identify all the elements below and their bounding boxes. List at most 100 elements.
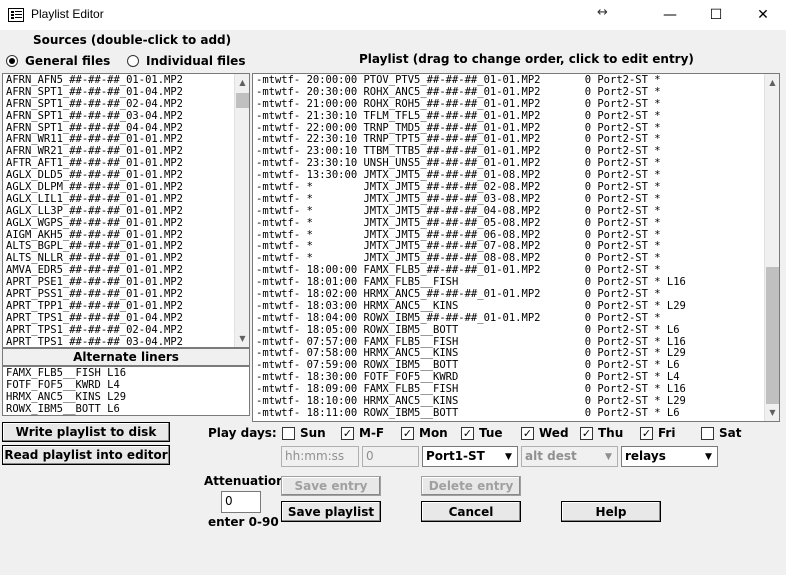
day-checkbox-sun[interactable]: [282, 427, 295, 440]
playlist-list[interactable]: -mtwtf- 20:00:00 PTOV_PTV5_##-##-##_01-0…: [252, 73, 780, 422]
source-file-item[interactable]: APRT_PSS1_##-##-##_01-01.MP2: [3, 289, 233, 301]
save-playlist-button[interactable]: Save playlist: [281, 501, 381, 522]
playlist-entry[interactable]: -mtwtf- 18:03:00 HRMX_ANC5__KINS 0 Port2…: [253, 301, 763, 313]
attenuation-entry-field[interactable]: 0: [362, 446, 419, 467]
day-label-wed[interactable]: Wed: [539, 426, 569, 440]
maximize-button[interactable]: ☐: [693, 0, 739, 30]
playlist-entry[interactable]: -mtwtf- * JMTX_JMT5_##-##-##_05-08.MP2 0…: [253, 218, 763, 230]
playlist-entry[interactable]: -mtwtf- 18:10:00 HRMX_ANC5__KINS 0 Port2…: [253, 396, 763, 408]
day-checkbox-mon[interactable]: ✓: [401, 427, 414, 440]
liners-list[interactable]: FAMX_FLB5__FISH L16 FOTF_FOF5__KWRD L4 HRM…: [2, 366, 250, 416]
playlist-entry[interactable]: -mtwtf- 07:59:00 ROWX_IBM5__BOTT 0 Port2…: [253, 360, 763, 372]
source-file-item[interactable]: AFRN_SPT1_##-##-##_03-04.MP2: [3, 111, 233, 123]
playlist-entry[interactable]: -mtwtf- 20:30:00 ROHX_ANC5_##-##-##_01-0…: [253, 87, 763, 99]
source-file-item[interactable]: AFRN_SPT1_##-##-##_01-04.MP2: [3, 87, 233, 99]
playlist-entry[interactable]: -mtwtf- 18:02:00 HRMX_ANC5_##-##-##_01-0…: [253, 289, 763, 301]
day-checkbox-m-f[interactable]: ✓: [341, 427, 354, 440]
scroll-down-icon[interactable]: ▼: [765, 404, 779, 421]
close-button[interactable]: ✕: [740, 0, 786, 30]
source-file-item[interactable]: AGLX_DLD5_##-##-##_01-01.MP2: [3, 170, 233, 182]
source-file-item[interactable]: AIGM_AKH5_##-##-##_01-01.MP2: [3, 230, 233, 242]
source-file-item[interactable]: APRT_TPS1_##-##-##_02-04.MP2: [3, 325, 233, 337]
playlist-entry[interactable]: -mtwtf- 18:05:00 ROWX_IBM5__BOTT 0 Port2…: [253, 325, 763, 337]
write-playlist-button[interactable]: Write playlist to disk: [2, 422, 170, 442]
playlist-entry[interactable]: -mtwtf- * JMTX_JMT5_##-##-##_03-08.MP2 0…: [253, 194, 763, 206]
playlist-entry[interactable]: -mtwtf- 07:57:00 FAMX_FLB5__FISH 0 Port2…: [253, 337, 763, 349]
relays-select[interactable]: relays ▼: [621, 446, 718, 467]
playlist-entry[interactable]: -mtwtf- 20:00:00 PTOV_PTV5_##-##-##_01-0…: [253, 75, 763, 87]
source-file-item[interactable]: AGLX_WGPS_##-##-##_01-01.MP2: [3, 218, 233, 230]
liner-item[interactable]: ROWX_IBM5__BOTT L6: [3, 404, 126, 415]
read-playlist-button[interactable]: Read playlist into editor: [2, 445, 170, 465]
general-files-label[interactable]: General files: [25, 54, 110, 68]
playlist-entry[interactable]: -mtwtf- * JMTX_JMT5_##-##-##_04-08.MP2 0…: [253, 206, 763, 218]
minimize-button[interactable]: —: [647, 0, 693, 30]
source-file-item[interactable]: AFRN_SPT1_##-##-##_02-04.MP2: [3, 99, 233, 111]
day-label-fri[interactable]: Fri: [658, 426, 675, 440]
playlist-entry[interactable]: -mtwtf- * JMTX_JMT5_##-##-##_06-08.MP2 0…: [253, 230, 763, 242]
liner-item[interactable]: HRMX_ANC5__KINS L29: [3, 392, 126, 404]
playlist-entry[interactable]: -mtwtf- 18:00:00 FAMX_FLB5_##-##-##_01-0…: [253, 265, 763, 277]
source-file-item[interactable]: AFTR_AFT1_##-##-##_01-01.MP2: [3, 158, 233, 170]
source-files-list[interactable]: AFRN_AFN5_##-##-##_01-01.MP2 AFRN_SPT1_##…: [2, 73, 250, 348]
liner-item[interactable]: FOTF_FOF5__KWRD L4: [3, 380, 126, 392]
playlist-entry[interactable]: -mtwtf- 21:00:00 ROHX_ROH5_##-##-##_01-0…: [253, 99, 763, 111]
individual-files-radio[interactable]: [127, 55, 139, 67]
source-file-item[interactable]: AMVA_EDR5_##-##-##_01-01.MP2: [3, 265, 233, 277]
playlist-entry[interactable]: -mtwtf- 23:30:10 UNSH_UNS5_##-##-##_01-0…: [253, 158, 763, 170]
source-file-item[interactable]: APRT_TPS1_##-##-##_03-04.MP2: [3, 337, 233, 347]
day-checkbox-sat[interactable]: [701, 427, 714, 440]
playlist-scrollbar[interactable]: ▲ ▼: [764, 74, 779, 421]
scroll-up-icon[interactable]: ▲: [235, 74, 249, 91]
playlist-entry[interactable]: -mtwtf- * JMTX_JMT5_##-##-##_07-08.MP2 0…: [253, 241, 763, 253]
source-file-item[interactable]: AFRN_SPT1_##-##-##_04-04.MP2: [3, 123, 233, 135]
source-file-item[interactable]: AGLX_LL3P_##-##-##_01-01.MP2: [3, 206, 233, 218]
scroll-thumb[interactable]: [236, 93, 249, 108]
general-files-radio[interactable]: [6, 55, 18, 67]
day-label-thu[interactable]: Thu: [598, 426, 623, 440]
day-checkbox-fri[interactable]: ✓: [640, 427, 653, 440]
playlist-entry[interactable]: -mtwtf- * JMTX_JMT5_##-##-##_08-08.MP2 0…: [253, 253, 763, 265]
playlist-entry[interactable]: -mtwtf- 22:30:10 TRNP_TPT5_##-##-##_01-0…: [253, 134, 763, 146]
playlist-entry[interactable]: -mtwtf- 07:58:00 HRMX_ANC5__KINS 0 Port2…: [253, 348, 763, 360]
alt-dest-select[interactable]: alt dest ▼: [521, 446, 618, 467]
cancel-button[interactable]: Cancel: [421, 501, 521, 522]
playlist-entry[interactable]: -mtwtf- 18:01:00 FAMX_FLB5__FISH 0 Port2…: [253, 277, 763, 289]
source-file-item[interactable]: AFRN_AFN5_##-##-##_01-01.MP2: [3, 75, 233, 87]
help-button[interactable]: Help: [561, 501, 661, 522]
scroll-down-icon[interactable]: ▼: [235, 330, 249, 347]
source-file-item[interactable]: AFRN_WR21_##-##-##_01-01.MP2: [3, 146, 233, 158]
source-file-item[interactable]: AFRN_WR11_##-##-##_01-01.MP2: [3, 134, 233, 146]
source-file-item[interactable]: APRT_TPS1_##-##-##_01-04.MP2: [3, 313, 233, 325]
day-label-m-f[interactable]: M-F: [359, 426, 384, 440]
day-label-sat[interactable]: Sat: [719, 426, 741, 440]
playlist-entry[interactable]: -mtwtf- 18:04:00 ROWX_IBM5_##-##-##_01-0…: [253, 313, 763, 325]
time-field[interactable]: hh:mm:ss: [281, 446, 359, 467]
source-file-item[interactable]: AGLX_LIL1_##-##-##_01-01.MP2: [3, 194, 233, 206]
day-checkbox-thu[interactable]: ✓: [580, 427, 593, 440]
source-file-item[interactable]: ALTS_BGPL_##-##-##_01-01.MP2: [3, 241, 233, 253]
scroll-thumb[interactable]: [766, 267, 779, 404]
individual-files-label[interactable]: Individual files: [146, 54, 245, 68]
source-file-item[interactable]: ALTS_NLLR_##-##-##_01-01.MP2: [3, 253, 233, 265]
day-label-mon[interactable]: Mon: [419, 426, 448, 440]
port-select[interactable]: Port1-ST ▼: [422, 446, 518, 467]
playlist-entry[interactable]: -mtwtf- 13:30:00 JMTX_JMT5_##-##-##_01-0…: [253, 170, 763, 182]
source-file-item[interactable]: AGLX_DLPM_##-##-##_01-01.MP2: [3, 182, 233, 194]
playlist-entry[interactable]: -mtwtf- 18:09:00 FAMX_FLB5__FISH 0 Port2…: [253, 384, 763, 396]
playlist-entry[interactable]: -mtwtf- 18:30:00 FOTF_FOF5__KWRD 0 Port2…: [253, 372, 763, 384]
playlist-entry[interactable]: -mtwtf- 22:00:00 TRNP_TMD5_##-##-##_01-0…: [253, 123, 763, 135]
playlist-entry[interactable]: -mtwtf- * JMTX_JMT5_##-##-##_02-08.MP2 0…: [253, 182, 763, 194]
day-label-sun[interactable]: Sun: [300, 426, 326, 440]
scroll-up-icon[interactable]: ▲: [765, 74, 779, 91]
playlist-entry[interactable]: -mtwtf- 18:11:00 ROWX_IBM5__BOTT 0 Port2…: [253, 408, 763, 420]
delete-entry-button[interactable]: Delete entry: [421, 476, 521, 496]
day-checkbox-tue[interactable]: ✓: [461, 427, 474, 440]
source-scrollbar[interactable]: ▲ ▼: [234, 74, 249, 347]
save-entry-button[interactable]: Save entry: [281, 476, 381, 496]
source-file-item[interactable]: APRT_TPP1_##-##-##_01-01.MP2: [3, 301, 233, 313]
playlist-entry[interactable]: -mtwtf- 23:00:10 TTBM_TTB5_##-##-##_01-0…: [253, 146, 763, 158]
source-file-item[interactable]: APRT_PSE1_##-##-##_01-01.MP2: [3, 277, 233, 289]
day-label-tue[interactable]: Tue: [479, 426, 503, 440]
liner-item[interactable]: FAMX_FLB5__FISH L16: [3, 368, 126, 380]
